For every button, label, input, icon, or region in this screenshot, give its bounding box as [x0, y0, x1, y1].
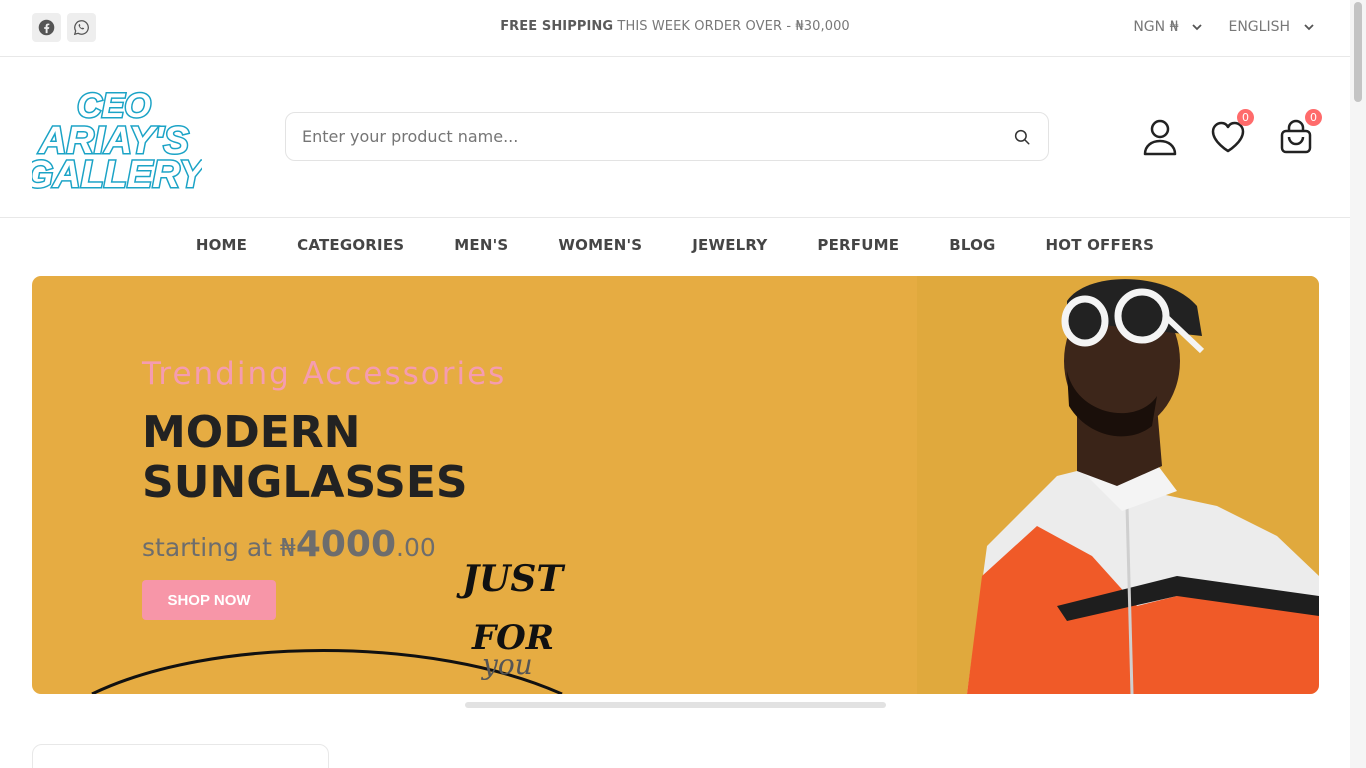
nav-item-jewelry[interactable]: JEWELRY: [667, 236, 792, 254]
header: CEO ARIAY'S GALLERY 0 0: [0, 57, 1350, 218]
shipping-text: THIS WEEK ORDER OVER - ₦30,000: [613, 19, 850, 34]
handwriting-just: JUST: [462, 558, 564, 600]
category-card: [32, 744, 329, 768]
nav-item-perfume[interactable]: PERFUME: [792, 236, 924, 254]
carousel-scrollbar[interactable]: [465, 702, 886, 708]
wishlist-count-badge: 0: [1237, 109, 1254, 126]
top-selects: NGN ₦ ENGLISH: [1133, 19, 1314, 35]
currency-label: NGN ₦: [1133, 19, 1179, 35]
user-icon: [1143, 119, 1177, 156]
search-input[interactable]: [302, 127, 1012, 146]
svg-text:GALLERY: GALLERY: [32, 154, 202, 193]
top-bar: FREE SHIPPING THIS WEEK ORDER OVER - ₦30…: [0, 0, 1350, 57]
handwriting-you: you: [482, 648, 533, 681]
scrollbar-thumb[interactable]: [1354, 2, 1362, 102]
wishlist-button[interactable]: 0: [1208, 109, 1254, 157]
cart-button[interactable]: 0: [1276, 109, 1322, 157]
main-nav: HOME CATEGORIES MEN'S WOMEN'S JEWELRY PE…: [0, 236, 1350, 254]
page-scrollbar[interactable]: [1350, 0, 1366, 768]
search-icon[interactable]: [1012, 127, 1032, 147]
nav-item-home[interactable]: HOME: [171, 236, 272, 254]
search-box: [285, 112, 1049, 161]
hero-banner: Trending Accessories MODERN SUNGLASSES s…: [32, 276, 1319, 694]
chevron-down-icon: [1192, 23, 1203, 30]
model-photo: [917, 276, 1319, 694]
account-button[interactable]: [1140, 117, 1180, 157]
language-label: ENGLISH: [1228, 19, 1290, 35]
nav-item-hot-offers[interactable]: HOT OFFERS: [1021, 236, 1180, 254]
header-actions: 0 0: [1140, 109, 1322, 157]
shipping-bold: FREE SHIPPING: [500, 19, 614, 34]
language-select[interactable]: ENGLISH: [1228, 19, 1314, 35]
logo[interactable]: CEO ARIAY'S GALLERY: [22, 83, 210, 198]
nav-item-blog[interactable]: BLOG: [924, 236, 1020, 254]
heart-icon: [1211, 121, 1245, 153]
currency-select[interactable]: NGN ₦: [1133, 19, 1203, 35]
chevron-down-icon: [1304, 23, 1314, 30]
nav-item-categories[interactable]: CATEGORIES: [272, 236, 429, 254]
cart-count-badge: 0: [1305, 109, 1322, 126]
nav-item-womens[interactable]: WOMEN'S: [533, 236, 667, 254]
nav-item-mens[interactable]: MEN'S: [429, 236, 533, 254]
